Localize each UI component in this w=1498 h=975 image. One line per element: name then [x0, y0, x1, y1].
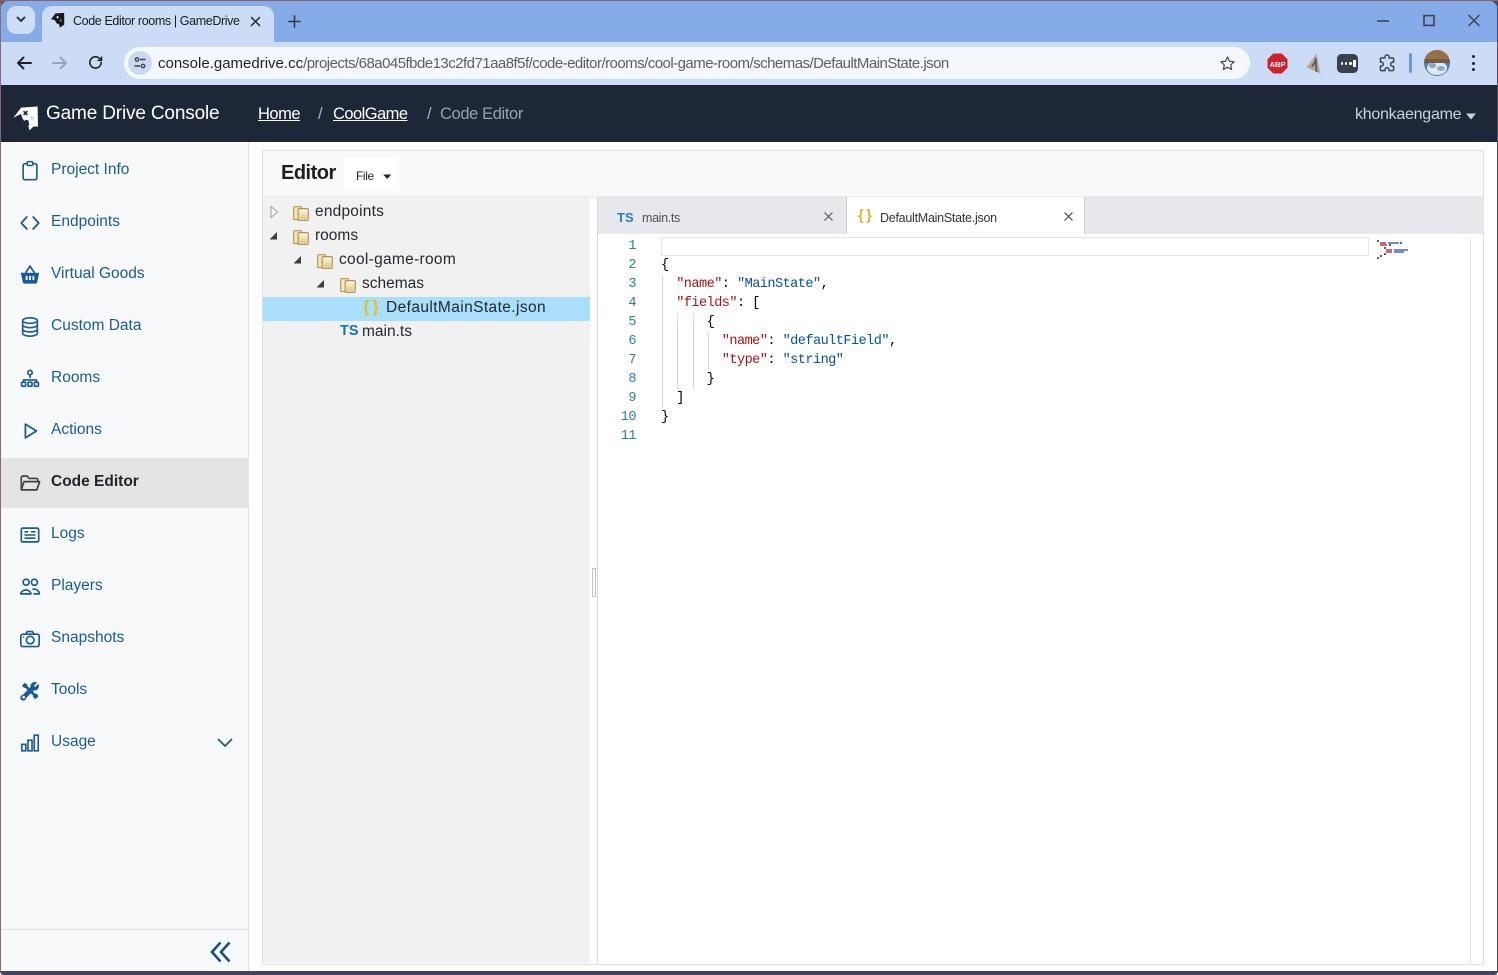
- svg-text:ABP: ABP: [1270, 60, 1286, 69]
